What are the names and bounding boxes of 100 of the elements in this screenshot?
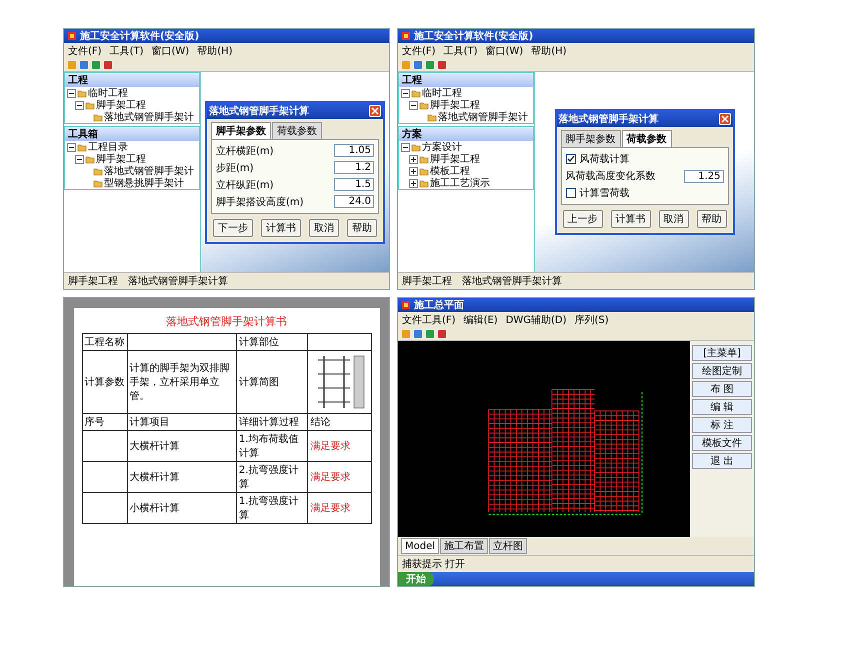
table-cell: 工程名称 [82,334,127,350]
tab[interactable]: 荷载参数 [272,122,322,138]
toolbar-button[interactable] [91,60,101,70]
tree-item[interactable]: 临时工程 [422,86,462,100]
menu-item[interactable]: 编辑(E) [464,313,498,327]
document-title: 落地式钢管脚手架计算书 [165,314,288,329]
menu-item[interactable]: DWG辅助(D) [506,313,567,327]
menu-button[interactable]: 模板文件 [692,435,752,451]
expand-toggle-icon[interactable] [75,154,84,164]
tree-item[interactable]: 型钢悬挑脚手架计 [104,176,184,190]
expand-toggle-icon[interactable] [75,100,84,110]
window-title: 施工安全计算软件(安全版) [80,29,200,43]
checkbox[interactable] [566,154,576,164]
expand-toggle-icon[interactable] [409,166,418,176]
tab[interactable]: Model [401,538,440,554]
checkmark-icon [566,155,574,163]
expand-toggle-icon[interactable] [401,142,410,152]
dialog-button[interactable]: 上一步 [562,210,602,228]
toolbar-button[interactable] [425,60,435,70]
menu-item[interactable]: 窗口(W) [151,44,190,58]
app-icon [67,31,77,41]
status-text: 捕获提示 打开 [402,558,466,571]
dialog-button[interactable]: 计算书 [261,218,301,236]
dialog-button[interactable]: 取消 [658,210,688,228]
start-button[interactable]: 开始 [398,572,434,586]
tree-item[interactable]: 施工工艺演示 [430,176,490,190]
toolbar-button[interactable] [103,60,113,70]
menu-button[interactable]: 编 辑 [692,399,752,415]
menu-item[interactable]: 序列(S) [574,313,609,327]
menu-item[interactable]: 帮助(H) [197,44,233,58]
toolbar-button[interactable] [413,60,423,70]
dialog-button[interactable]: 取消 [309,218,339,236]
tree-item[interactable]: 脚手架工程 [430,152,480,166]
toolbar-button[interactable] [79,60,89,70]
menu-item[interactable]: 工具(T) [110,44,144,58]
tree-item[interactable]: 落地式钢管脚手架计 [104,164,194,178]
menu-item[interactable]: 工具(T) [444,44,478,58]
menu-button[interactable]: 绘图定制 [692,363,752,379]
window-title: 施工安全计算软件(安全版) [414,29,534,43]
tree-item[interactable]: 落地式钢管脚手架计 [438,110,528,124]
table-cell: 小横杆计算 [127,492,236,524]
table-cell: 计算简图 [236,350,308,414]
input-field[interactable]: 1.5 [334,178,374,191]
field-label: 脚手架搭设高度(m) [216,196,305,208]
expand-toggle-icon[interactable] [409,178,418,188]
menu-item[interactable]: 帮助(H) [531,44,567,58]
tree-item[interactable]: 脚手架工程 [430,98,480,112]
tree-item[interactable]: 脚手架工程 [96,98,146,112]
app-icon [401,31,411,41]
expand-toggle-icon[interactable] [409,100,418,110]
menu-button[interactable]: 退 出 [692,453,752,469]
toolbar-button[interactable] [425,329,435,339]
square-icon [437,60,447,70]
dialog-button[interactable]: 下一步 [213,218,253,236]
tab[interactable]: 脚手架参数 [560,130,620,147]
status-text: 落地式钢管脚手架计算 [128,274,228,288]
tree-item[interactable]: 临时工程 [88,86,128,100]
tab[interactable]: 脚手架参数 [211,122,271,138]
expand-toggle-icon[interactable] [67,142,76,152]
tab[interactable]: 荷载参数 [622,130,672,147]
toolbar-button[interactable] [437,329,447,339]
toolbar-button[interactable] [413,329,423,339]
dialog-button[interactable]: 帮助 [347,218,377,236]
table-cell: 详细计算过程 [236,414,308,430]
square-icon [413,60,423,70]
dialog-button[interactable]: 帮助 [696,210,726,228]
table-cell: 1.抗弯强度计算 [236,492,308,524]
input-field[interactable]: 24.0 [334,195,374,208]
tree-item[interactable]: 模板工程 [430,164,470,178]
checkbox[interactable] [566,188,576,198]
status-text: 脚手架工程 [68,274,118,288]
menu-button[interactable]: 布 图 [692,381,752,397]
tree-item[interactable]: 脚手架工程 [96,152,146,166]
field-label: 风荷载高度变化系数 [566,170,656,183]
toolbar-button[interactable] [437,60,447,70]
input-field[interactable]: 1.2 [334,161,374,174]
dialog-button[interactable]: 计算书 [610,210,650,228]
menu-button[interactable]: 标 注 [692,417,752,433]
tree-item[interactable]: 落地式钢管脚手架计 [104,110,194,124]
menu-item[interactable]: 窗口(W) [485,44,524,58]
menu-item[interactable]: 文件工具(F) [402,313,456,327]
table-cell: 计算参数 [82,350,127,414]
expand-toggle-icon[interactable] [409,154,418,164]
input-field[interactable]: 1.05 [334,144,374,157]
close-button[interactable] [369,104,381,116]
menu-item[interactable]: 文件(F) [68,44,102,58]
sidebar-title: 工程 [399,73,533,87]
menu-button[interactable]: [主菜单] [692,345,752,361]
expand-toggle-icon[interactable] [67,88,76,98]
close-button[interactable] [718,113,730,125]
square-icon [79,60,89,70]
tree-item[interactable]: 方案设计 [422,140,462,154]
menu-item[interactable]: 文件(F) [402,44,436,58]
tree-item[interactable]: 工程目录 [88,140,128,154]
app-icon [401,300,411,310]
tab[interactable]: 立杆图 [489,538,528,554]
tab[interactable]: 施工布置 [440,538,488,554]
expand-toggle-icon[interactable] [401,88,410,98]
input-field[interactable]: 1.25 [684,170,724,182]
square-icon [413,329,423,339]
